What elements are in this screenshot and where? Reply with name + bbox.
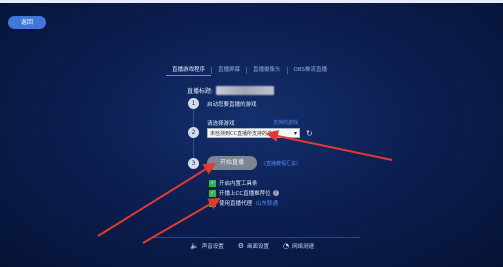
sound-settings-button[interactable]: 🔈 声音设置 xyxy=(190,242,224,250)
tutorial-link[interactable]: (直播教程汇总) xyxy=(264,160,298,167)
option-toolbar: ✓ 开启内置工具条 xyxy=(209,179,258,187)
option-recommend-label: 开播上CC直播推荐位 xyxy=(219,191,271,197)
recommend-checkbox[interactable]: ✓ xyxy=(209,189,216,197)
footer-bar: 🔈 声音设置 ⚙ 画面设置 ◔ 网络测速 xyxy=(190,242,314,250)
footer-divider xyxy=(152,237,360,238)
speed-test-button[interactable]: ◔ 网络测速 xyxy=(283,242,314,250)
mode-tabs: 直播游戏程序 直播屏幕 直播摄像头 OBS推流直播 xyxy=(166,64,333,76)
video-settings-label: 画面设置 xyxy=(247,244,270,250)
stream-title-row: 直播标题: xyxy=(187,86,275,95)
speed-icon: ◔ xyxy=(283,242,290,250)
option-proxy-label: 使用直播代理 xyxy=(219,201,253,207)
toolbar-checkbox[interactable]: ✓ xyxy=(209,179,216,187)
proxy-server-link[interactable]: 山东联通 xyxy=(256,199,278,207)
option-recommend: ✓ 开播上CC直播推荐位 ? xyxy=(209,189,279,197)
proxy-checkbox[interactable]: ✓ xyxy=(209,199,216,207)
supported-games-link[interactable]: 支持的游戏 xyxy=(273,119,298,126)
refresh-icon[interactable]: ↻ xyxy=(306,129,313,138)
game-select-value: 未检测到CC直播所支持的游戏 xyxy=(210,131,277,137)
top-strip xyxy=(0,0,503,3)
arrow-to-start xyxy=(97,162,216,237)
start-live-button[interactable]: 开始直播 xyxy=(207,156,257,170)
stream-title-input[interactable] xyxy=(216,86,275,95)
step-1-badge: 1 xyxy=(188,98,199,109)
sound-settings-label: 声音设置 xyxy=(201,244,224,250)
step-1-text: 启动您要直播的游戏 xyxy=(207,102,257,108)
help-icon[interactable]: ? xyxy=(272,190,279,196)
option-proxy: ✓ 使用直播代理 山东联通 xyxy=(209,199,278,207)
tab-screen[interactable]: 直播屏幕 xyxy=(212,65,246,75)
caret-down-icon: ▾ xyxy=(293,130,297,137)
select-game-label: 请选择游戏 xyxy=(207,121,235,127)
game-select[interactable]: 未检测到CC直播所支持的游戏 ▾ xyxy=(207,128,300,138)
option-toolbar-label: 开启内置工具条 xyxy=(219,181,258,187)
tab-camera[interactable]: 直播摄像头 xyxy=(247,65,287,75)
back-button[interactable]: 返回 xyxy=(8,16,46,29)
video-settings-button[interactable]: ⚙ 画面设置 xyxy=(238,242,269,250)
step-2-badge: 2 xyxy=(188,127,199,138)
speaker-icon: 🔈 xyxy=(190,242,199,250)
step-3-badge: 3 xyxy=(188,158,199,169)
tab-obs[interactable]: OBS推流直播 xyxy=(288,65,334,75)
tab-game-program[interactable]: 直播游戏程序 xyxy=(166,65,212,76)
gear-icon: ⚙ xyxy=(237,242,245,250)
stream-title-label: 直播标题: xyxy=(187,88,214,95)
speed-test-label: 网络测速 xyxy=(292,244,315,250)
